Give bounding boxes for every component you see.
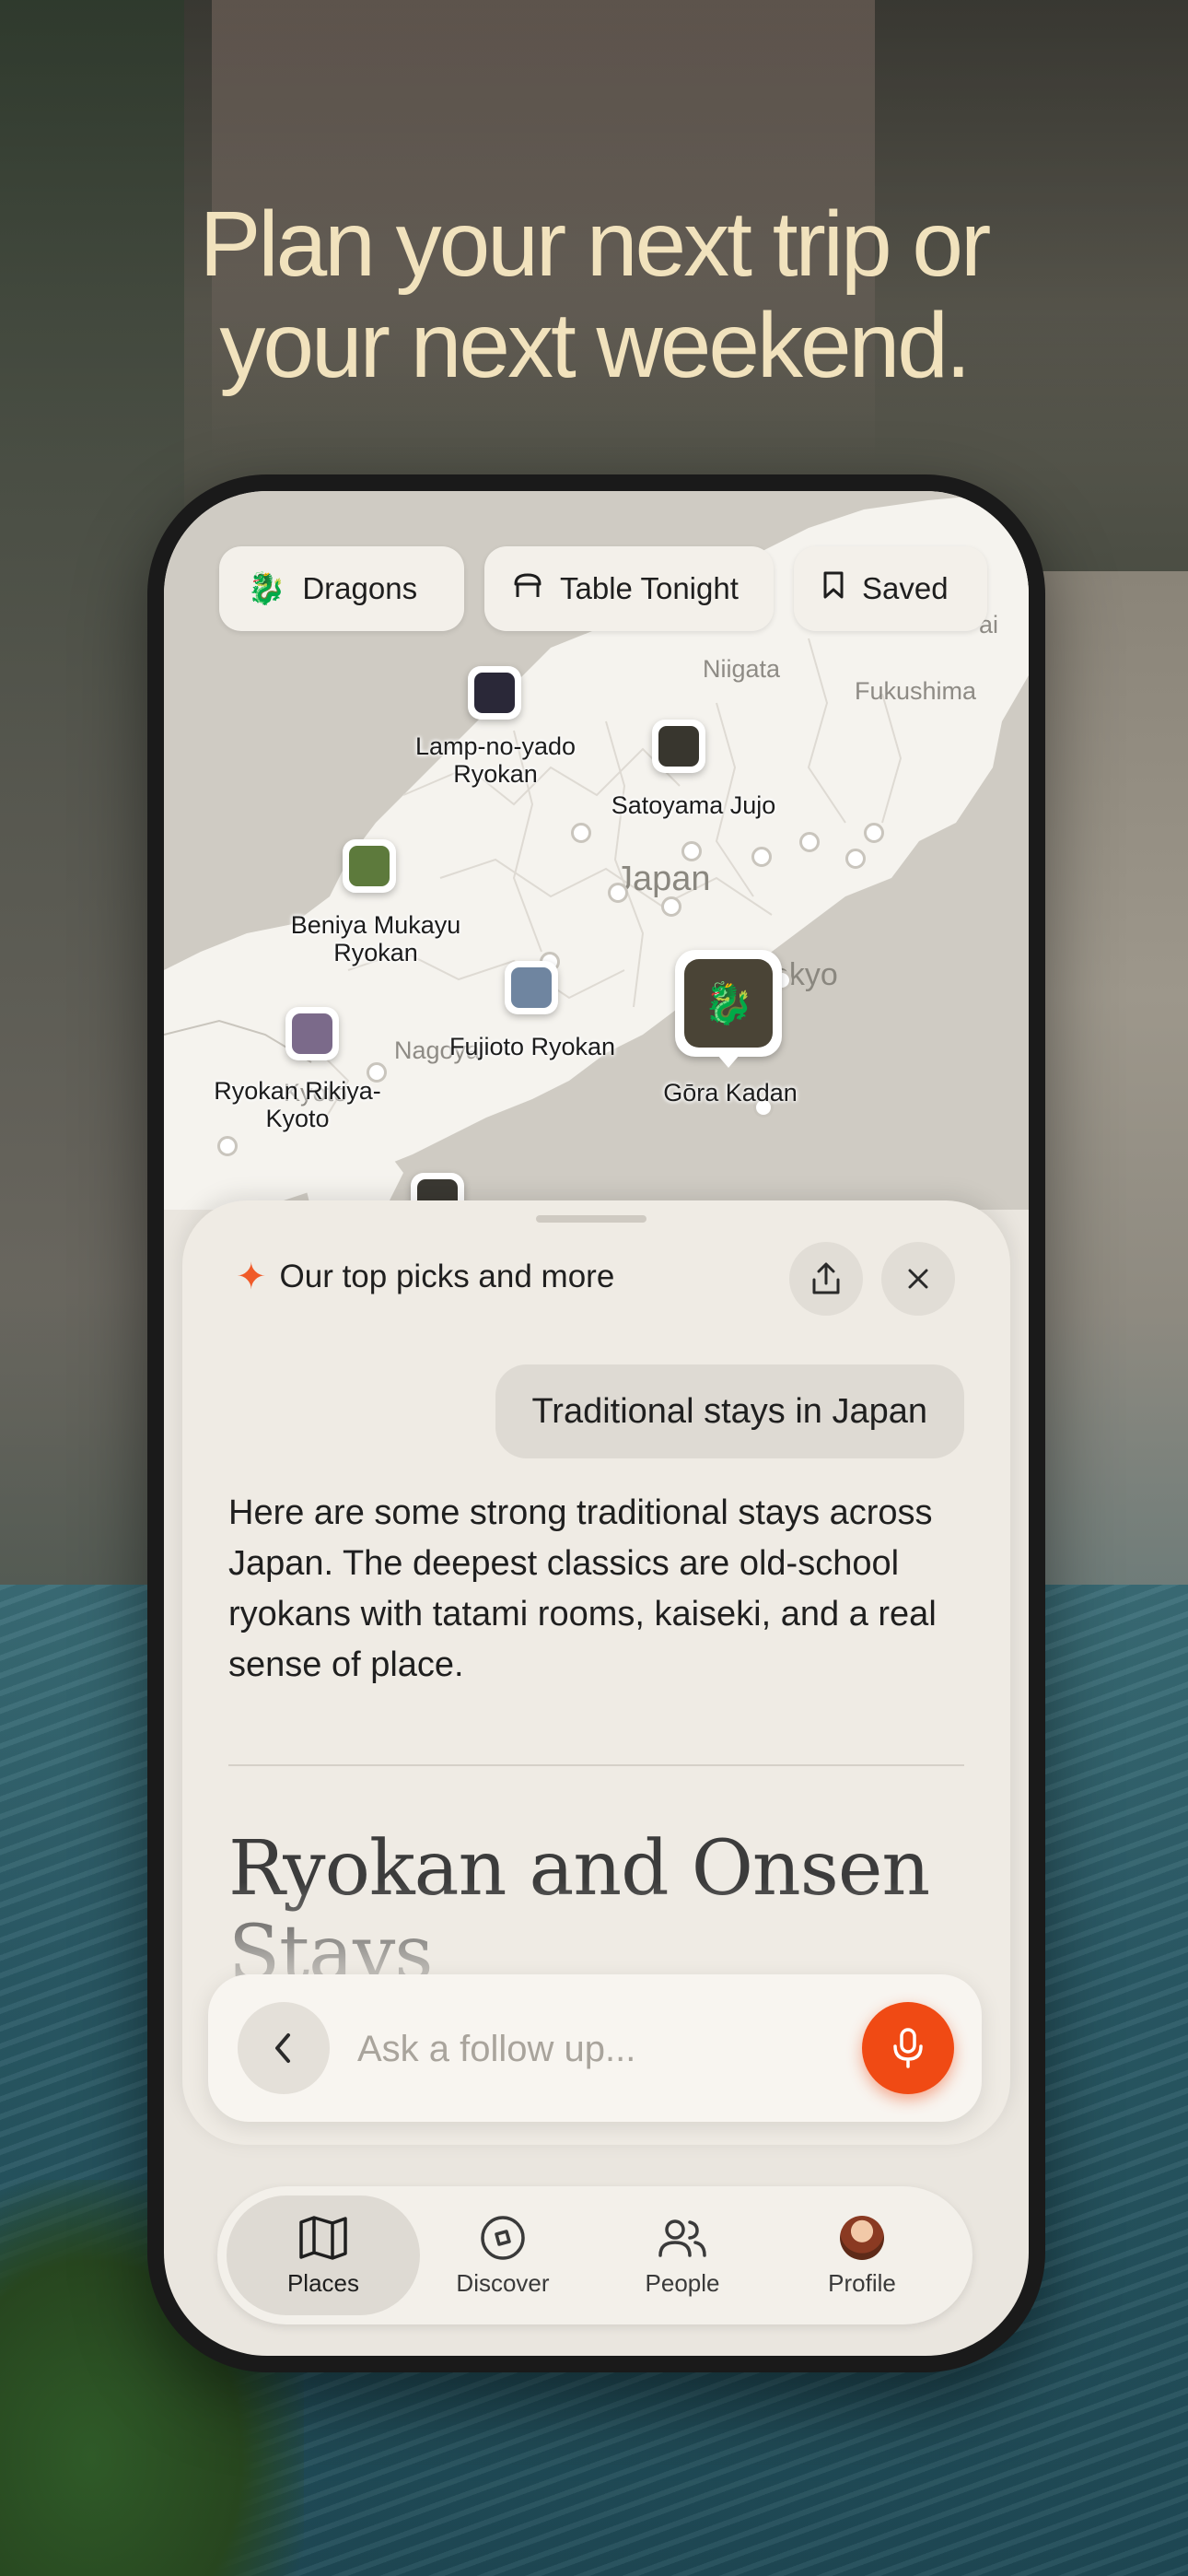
map-dot[interactable] (608, 883, 628, 903)
chip-saved[interactable]: Saved (794, 546, 987, 631)
close-button[interactable] (881, 1242, 955, 1316)
table-icon (512, 571, 543, 607)
tab-label: People (645, 2268, 720, 2297)
map-view[interactable]: Niigata Fukushima Japan okyo Nagoya Kyot… (164, 491, 1029, 1210)
map-dot[interactable] (217, 1136, 238, 1156)
tab-profile[interactable]: Profile (765, 2195, 959, 2315)
place-thumbnail (474, 673, 515, 713)
map-dot[interactable] (571, 823, 591, 843)
place-pin[interactable] (343, 839, 396, 893)
tab-discover[interactable]: Discover (406, 2195, 600, 2315)
background-beach (1031, 571, 1188, 1631)
place-label[interactable]: Ryokan Rikiya-Kyoto (201, 1077, 394, 1132)
mic-icon (893, 2028, 923, 2068)
place-pin[interactable] (652, 720, 705, 773)
place-label[interactable]: Satoyama Jujo (574, 791, 813, 819)
user-query-bubble: Traditional stays in Japan (495, 1364, 964, 1458)
place-label[interactable]: Fujioto Ryokan (431, 1033, 634, 1060)
divider (228, 1764, 964, 1766)
phone-frame: Niigata Fukushima Japan okyo Nagoya Kyot… (147, 474, 1045, 2372)
sparkle-icon: ✦ (236, 1257, 267, 1297)
map-dot[interactable] (845, 849, 866, 869)
dragon-icon: 🐉 (684, 959, 773, 1048)
tab-bar: Places Discover People Profile (217, 2186, 973, 2324)
sheet-header: ✦ Our top picks and more (236, 1256, 614, 1298)
chip-label: Table Tonight (560, 571, 739, 605)
place-pin[interactable] (285, 1007, 339, 1060)
map-dot[interactable] (681, 841, 702, 861)
place-pin-selected[interactable]: 🐉 (675, 950, 782, 1068)
region-label: Niigata (703, 655, 781, 683)
compass-icon (479, 2214, 527, 2262)
place-label[interactable]: Beniya Mukayu Ryokan (279, 911, 472, 966)
chip-label: Dragons (302, 571, 418, 605)
chip-dragons[interactable]: 🐉 Dragons (219, 546, 464, 631)
place-thumbnail (511, 967, 552, 1008)
place-label[interactable]: Gōra Kadan (634, 1079, 827, 1107)
sheet-title: Our top picks and more (279, 1259, 615, 1294)
place-label[interactable]: Lamp-no-yado Ryokan (394, 732, 597, 788)
follow-up-bar (208, 1974, 982, 2122)
tab-label: Profile (828, 2268, 896, 2297)
drag-handle[interactable] (536, 1215, 646, 1223)
headline: Plan your next trip or your next weekend… (0, 193, 1188, 396)
tab-people[interactable]: People (586, 2195, 779, 2315)
chip-label: Saved (862, 571, 949, 605)
region-label: Fukushima (855, 677, 977, 705)
headline-line-1: Plan your next trip or (199, 193, 992, 296)
map-icon (297, 2214, 349, 2262)
map-dot[interactable] (661, 896, 681, 917)
map-dot[interactable] (864, 823, 884, 843)
avatar (840, 2215, 884, 2260)
phone-screen: Niigata Fukushima Japan okyo Nagoya Kyot… (164, 491, 1029, 2356)
back-button[interactable] (238, 2002, 330, 2094)
map-dot[interactable] (799, 832, 820, 852)
place-thumbnail (292, 1013, 332, 1054)
close-icon (908, 1269, 928, 1289)
follow-up-input[interactable] (355, 2017, 820, 2081)
chevron-left-icon (275, 2033, 290, 2063)
tab-label: Discover (456, 2268, 550, 2297)
place-pin[interactable] (468, 666, 521, 720)
mic-button[interactable] (862, 2002, 954, 2094)
share-icon (812, 1262, 840, 1294)
chip-table-tonight[interactable]: Table Tonight (484, 546, 774, 631)
people-icon (657, 2214, 708, 2262)
dragon-icon: 🐉 (247, 571, 286, 606)
place-pin[interactable] (505, 961, 558, 1014)
share-button[interactable] (789, 1242, 863, 1316)
tab-places[interactable]: Places (227, 2195, 420, 2315)
map-dot[interactable] (751, 847, 772, 867)
assistant-answer: Here are some strong traditional stays a… (228, 1493, 937, 1684)
place-thumbnail (349, 846, 390, 886)
bookmark-icon (821, 570, 845, 608)
tab-label: Places (286, 2268, 360, 2297)
headline-line-2: your next weekend. (219, 294, 971, 397)
place-thumbnail (658, 726, 699, 767)
region-label: Japan (615, 860, 711, 898)
results-sheet: ✦ Our top picks and more Traditional sta… (182, 1200, 1010, 2145)
